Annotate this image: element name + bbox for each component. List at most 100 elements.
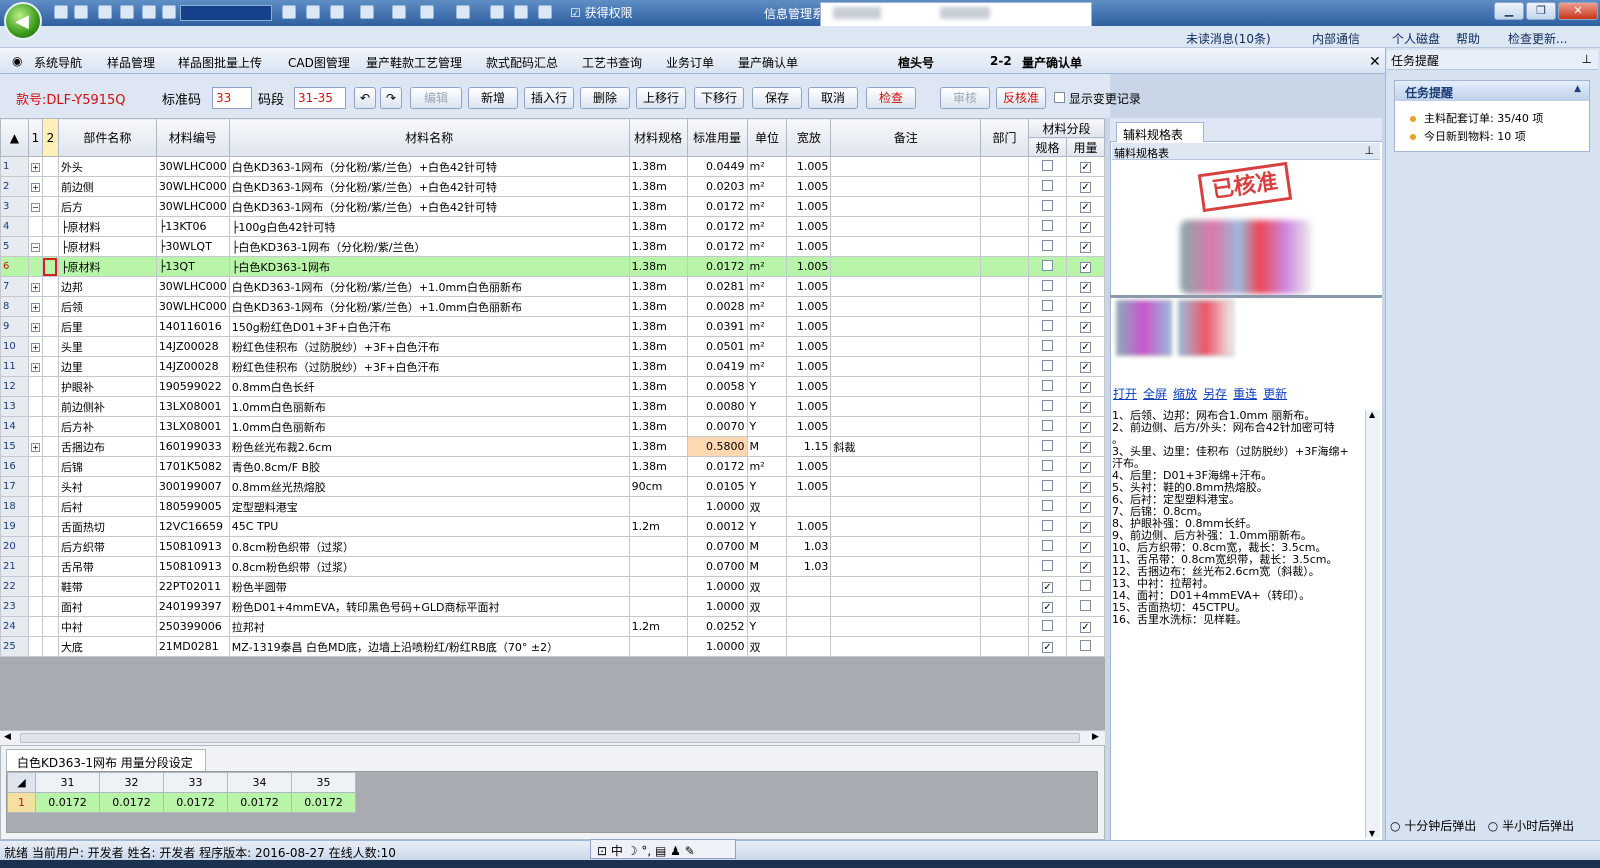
unit-cell[interactable]: 双 — [746, 636, 788, 657]
tree-cell[interactable] — [41, 336, 59, 357]
part-name-cell[interactable]: ├原材料 — [57, 256, 157, 277]
fullscreen-link[interactable]: 全屏 — [1143, 387, 1167, 401]
segment-spec-cell[interactable] — [1028, 156, 1067, 177]
segment-qty-cell[interactable]: ✓ — [1065, 536, 1105, 557]
qty-cell[interactable]: 0.0080 — [686, 396, 748, 417]
allowance-cell[interactable]: 1.005 — [786, 196, 832, 217]
col-header-spec[interactable]: 材料规格 — [628, 118, 688, 157]
qty-cell[interactable]: 0.5800 — [686, 436, 748, 457]
material-code-cell[interactable]: 30WLHC000 — [155, 196, 230, 217]
spec-cell[interactable]: 1.38m — [628, 256, 688, 277]
table-row[interactable]: 12 护眼补 190599022 0.8mm白色长纤 1.38m 0.0058 Y 1.005… — [0, 376, 1105, 397]
row-number[interactable]: 5 — [0, 236, 29, 257]
qty-cell[interactable]: 0.0252 — [686, 616, 748, 637]
note-cell[interactable] — [830, 496, 982, 517]
radio-ten-minutes[interactable]: ○ 十分钟后弹出 — [1390, 819, 1476, 833]
expand-cell[interactable]: + — [27, 176, 43, 197]
col-header-unit[interactable]: 单位 — [746, 118, 788, 157]
allowance-cell[interactable] — [786, 616, 832, 637]
expand-cell[interactable] — [27, 556, 43, 577]
col-header-allowance[interactable]: 宽放 — [786, 118, 832, 157]
expand-icon[interactable]: + — [30, 183, 40, 192]
material-code-cell[interactable]: 250399006 — [155, 616, 230, 637]
tree-cell[interactable] — [41, 596, 59, 617]
material-code-cell[interactable]: 150810913 — [155, 556, 230, 577]
expand-cell[interactable]: + — [27, 356, 43, 377]
expand-cell[interactable] — [27, 476, 43, 497]
unapprove-button[interactable]: 反核准 — [996, 87, 1046, 109]
allowance-cell[interactable]: 1.005 — [786, 416, 832, 437]
note-cell[interactable] — [830, 236, 982, 257]
checkbox[interactable]: ✓ — [1079, 322, 1091, 333]
dept-cell[interactable] — [980, 516, 1030, 537]
tree-cell[interactable] — [41, 276, 59, 297]
checkbox[interactable] — [1041, 479, 1053, 491]
checkbox[interactable]: ✓ — [1041, 602, 1053, 613]
material-name-cell[interactable]: 0.8mm丝光热熔胶 — [228, 476, 630, 497]
tree-cell[interactable] — [41, 256, 59, 277]
spec-cell[interactable]: 1.38m — [628, 436, 688, 457]
expand-icon[interactable]: + — [30, 303, 40, 312]
part-name-cell[interactable]: 中衬 — [57, 616, 157, 637]
personal-disk-link[interactable]: 个人磁盘 — [1392, 30, 1440, 47]
segment-value[interactable]: 0.0172 — [163, 792, 228, 813]
segment-spec-cell[interactable] — [1028, 176, 1067, 197]
checkbox[interactable] — [1041, 339, 1053, 351]
checkbox[interactable]: ✓ — [1079, 382, 1091, 393]
scroll-up-icon[interactable]: ▲ — [1369, 410, 1375, 419]
expand-icon[interactable]: + — [30, 443, 40, 452]
segment-qty-cell[interactable]: ✓ — [1065, 176, 1105, 197]
dept-cell[interactable] — [980, 316, 1030, 337]
row-number[interactable]: 10 — [0, 336, 29, 357]
qty-cell[interactable]: 0.0172 — [686, 456, 748, 477]
table-row[interactable]: 22 鞋带 22PT02011 粉色半圆带 1.0000 双 ✓ — [0, 576, 1105, 597]
material-code-cell[interactable]: 140116016 — [155, 316, 230, 337]
segment-qty-cell[interactable]: ✓ — [1065, 216, 1105, 237]
tab-close-icon[interactable]: ✕ — [1369, 54, 1381, 70]
qty-cell[interactable]: 0.0172 — [686, 236, 748, 257]
pin-icon[interactable]: ⊥ — [1582, 52, 1592, 66]
part-name-cell[interactable]: 前边侧 — [57, 176, 157, 197]
part-name-cell[interactable]: ├原材料 — [57, 236, 157, 257]
segment-qty-cell[interactable]: ✓ — [1065, 336, 1105, 357]
part-name-cell[interactable]: 护眼补 — [57, 376, 157, 397]
material-name-cell[interactable]: 白色KD363-1网布（分化粉/紫/兰色）+白色42针可特 — [228, 196, 630, 217]
material-name-cell[interactable]: ├白色KD363-1网布 — [228, 256, 630, 277]
tab-spec-sheet[interactable]: 辅料规格表 — [1116, 122, 1204, 142]
row-number[interactable]: 21 — [0, 556, 29, 577]
material-code-cell[interactable]: 160199033 — [155, 436, 230, 457]
table-row[interactable]: 5− ├原材料 ├30WLQT ├白色KD363-1网布（分化粉/紫/兰色） 1.3… — [0, 236, 1105, 257]
row-number[interactable]: 12 — [0, 376, 29, 397]
spec-cell[interactable] — [628, 556, 688, 577]
scroll-down-icon[interactable]: ▼ — [1369, 829, 1375, 838]
unit-cell[interactable]: Y — [746, 396, 788, 417]
expand-cell[interactable] — [27, 576, 43, 597]
expand-cell[interactable]: − — [27, 236, 43, 257]
table-row[interactable]: 19 舌面热切 12VC16659 45C TPU 1.2m 0.0012 Y 1.005 ✓ — [0, 516, 1105, 537]
part-name-cell[interactable]: 后方 — [57, 196, 157, 217]
checkbox[interactable] — [1079, 599, 1091, 611]
show-changes-toggle[interactable]: 显示变更记录 — [1054, 90, 1141, 107]
unit-cell[interactable]: Y — [746, 516, 788, 537]
checkbox[interactable] — [1041, 219, 1053, 231]
table-row[interactable]: 4 ├原材料 ├13KT06 ├100g白色42针可特 1.38m 0.0172 m² 1… — [0, 216, 1105, 237]
menu-item-samples[interactable]: 样品管理 — [107, 54, 155, 71]
notes-scrollbar[interactable]: ▲ ▼ — [1365, 410, 1380, 838]
table-row[interactable]: 1 + 外头 30WLHC000 白色KD363-1网布（分化粉/紫/兰色）+白色42针… — [0, 156, 1105, 177]
row-number[interactable]: 25 — [0, 636, 29, 657]
allowance-cell[interactable]: 1.03 — [786, 536, 832, 557]
qty-cell[interactable]: 0.0070 — [686, 416, 748, 437]
expand-icon[interactable]: + — [30, 163, 40, 172]
segment-spec-cell[interactable] — [1028, 296, 1067, 317]
checkbox[interactable]: ✓ — [1041, 642, 1053, 653]
material-code-cell[interactable]: 30WLHC000 — [155, 296, 230, 317]
checkbox[interactable]: ✓ — [1079, 182, 1091, 193]
row-number[interactable]: 2 — [0, 176, 29, 197]
spec-cell[interactable]: 1.38m — [628, 356, 688, 377]
segment-qty-cell[interactable]: ✓ — [1065, 456, 1105, 477]
material-name-cell[interactable]: 定型塑料港宝 — [228, 496, 630, 517]
checkbox[interactable]: ✓ — [1079, 222, 1091, 233]
segment-spec-cell[interactable]: ✓ — [1028, 576, 1067, 597]
allowance-cell[interactable]: 1.005 — [786, 396, 832, 417]
part-name-cell[interactable]: 鞋带 — [57, 576, 157, 597]
